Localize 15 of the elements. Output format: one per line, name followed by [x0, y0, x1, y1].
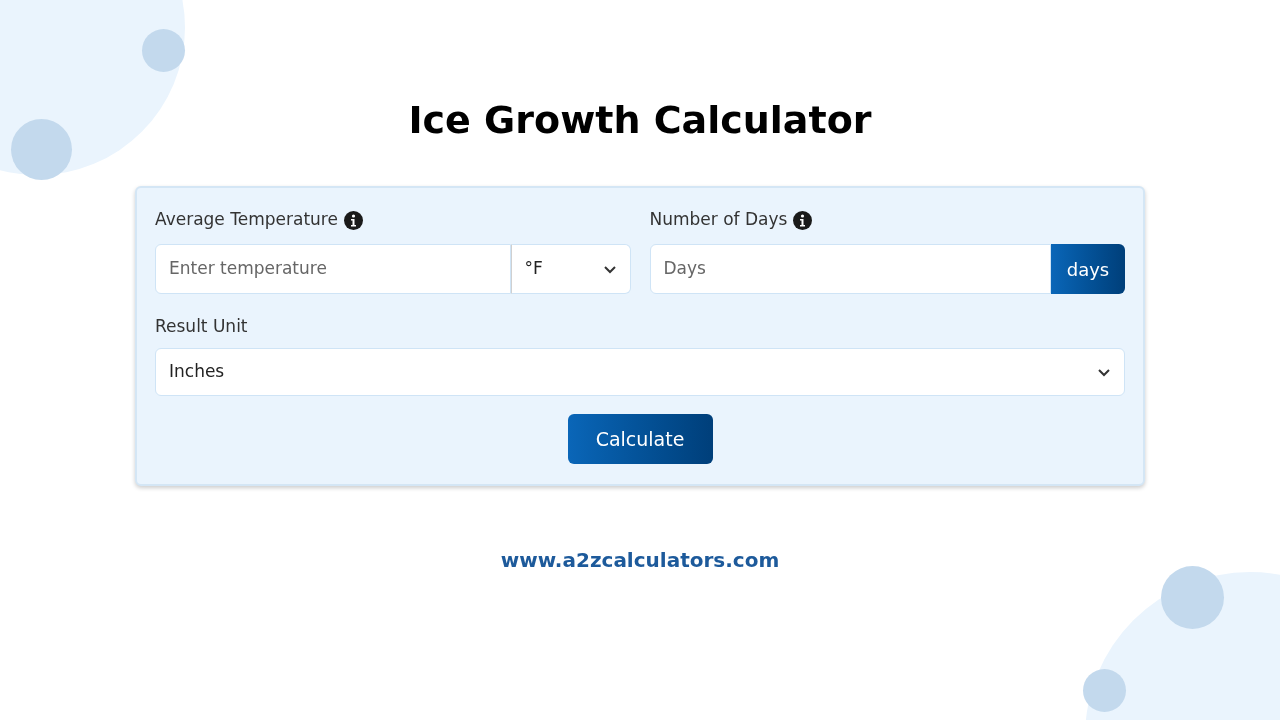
chevron-down-icon [1097, 367, 1111, 377]
input-field[interactable]: Enter temperature [155, 244, 511, 294]
chevron-down-icon [602, 264, 617, 274]
website-link[interactable]: www.a2zcalculators.com [500, 546, 780, 574]
input-field[interactable]: Days [649, 244, 1051, 294]
info-icon [793, 210, 813, 230]
unit-addon: days [1051, 244, 1125, 294]
field-label: Average Temperature [155, 208, 338, 232]
calculate-button[interactable]: Calculate [567, 414, 713, 464]
page-title: Ice Growth Calculator [408, 97, 872, 144]
field-label: Number of Days [649, 208, 788, 232]
field-label: Result Unit [155, 315, 249, 338]
unit-select[interactable]: °F [510, 244, 631, 294]
info-icon [343, 210, 363, 230]
result-unit-select[interactable]: Inches [155, 348, 1125, 396]
